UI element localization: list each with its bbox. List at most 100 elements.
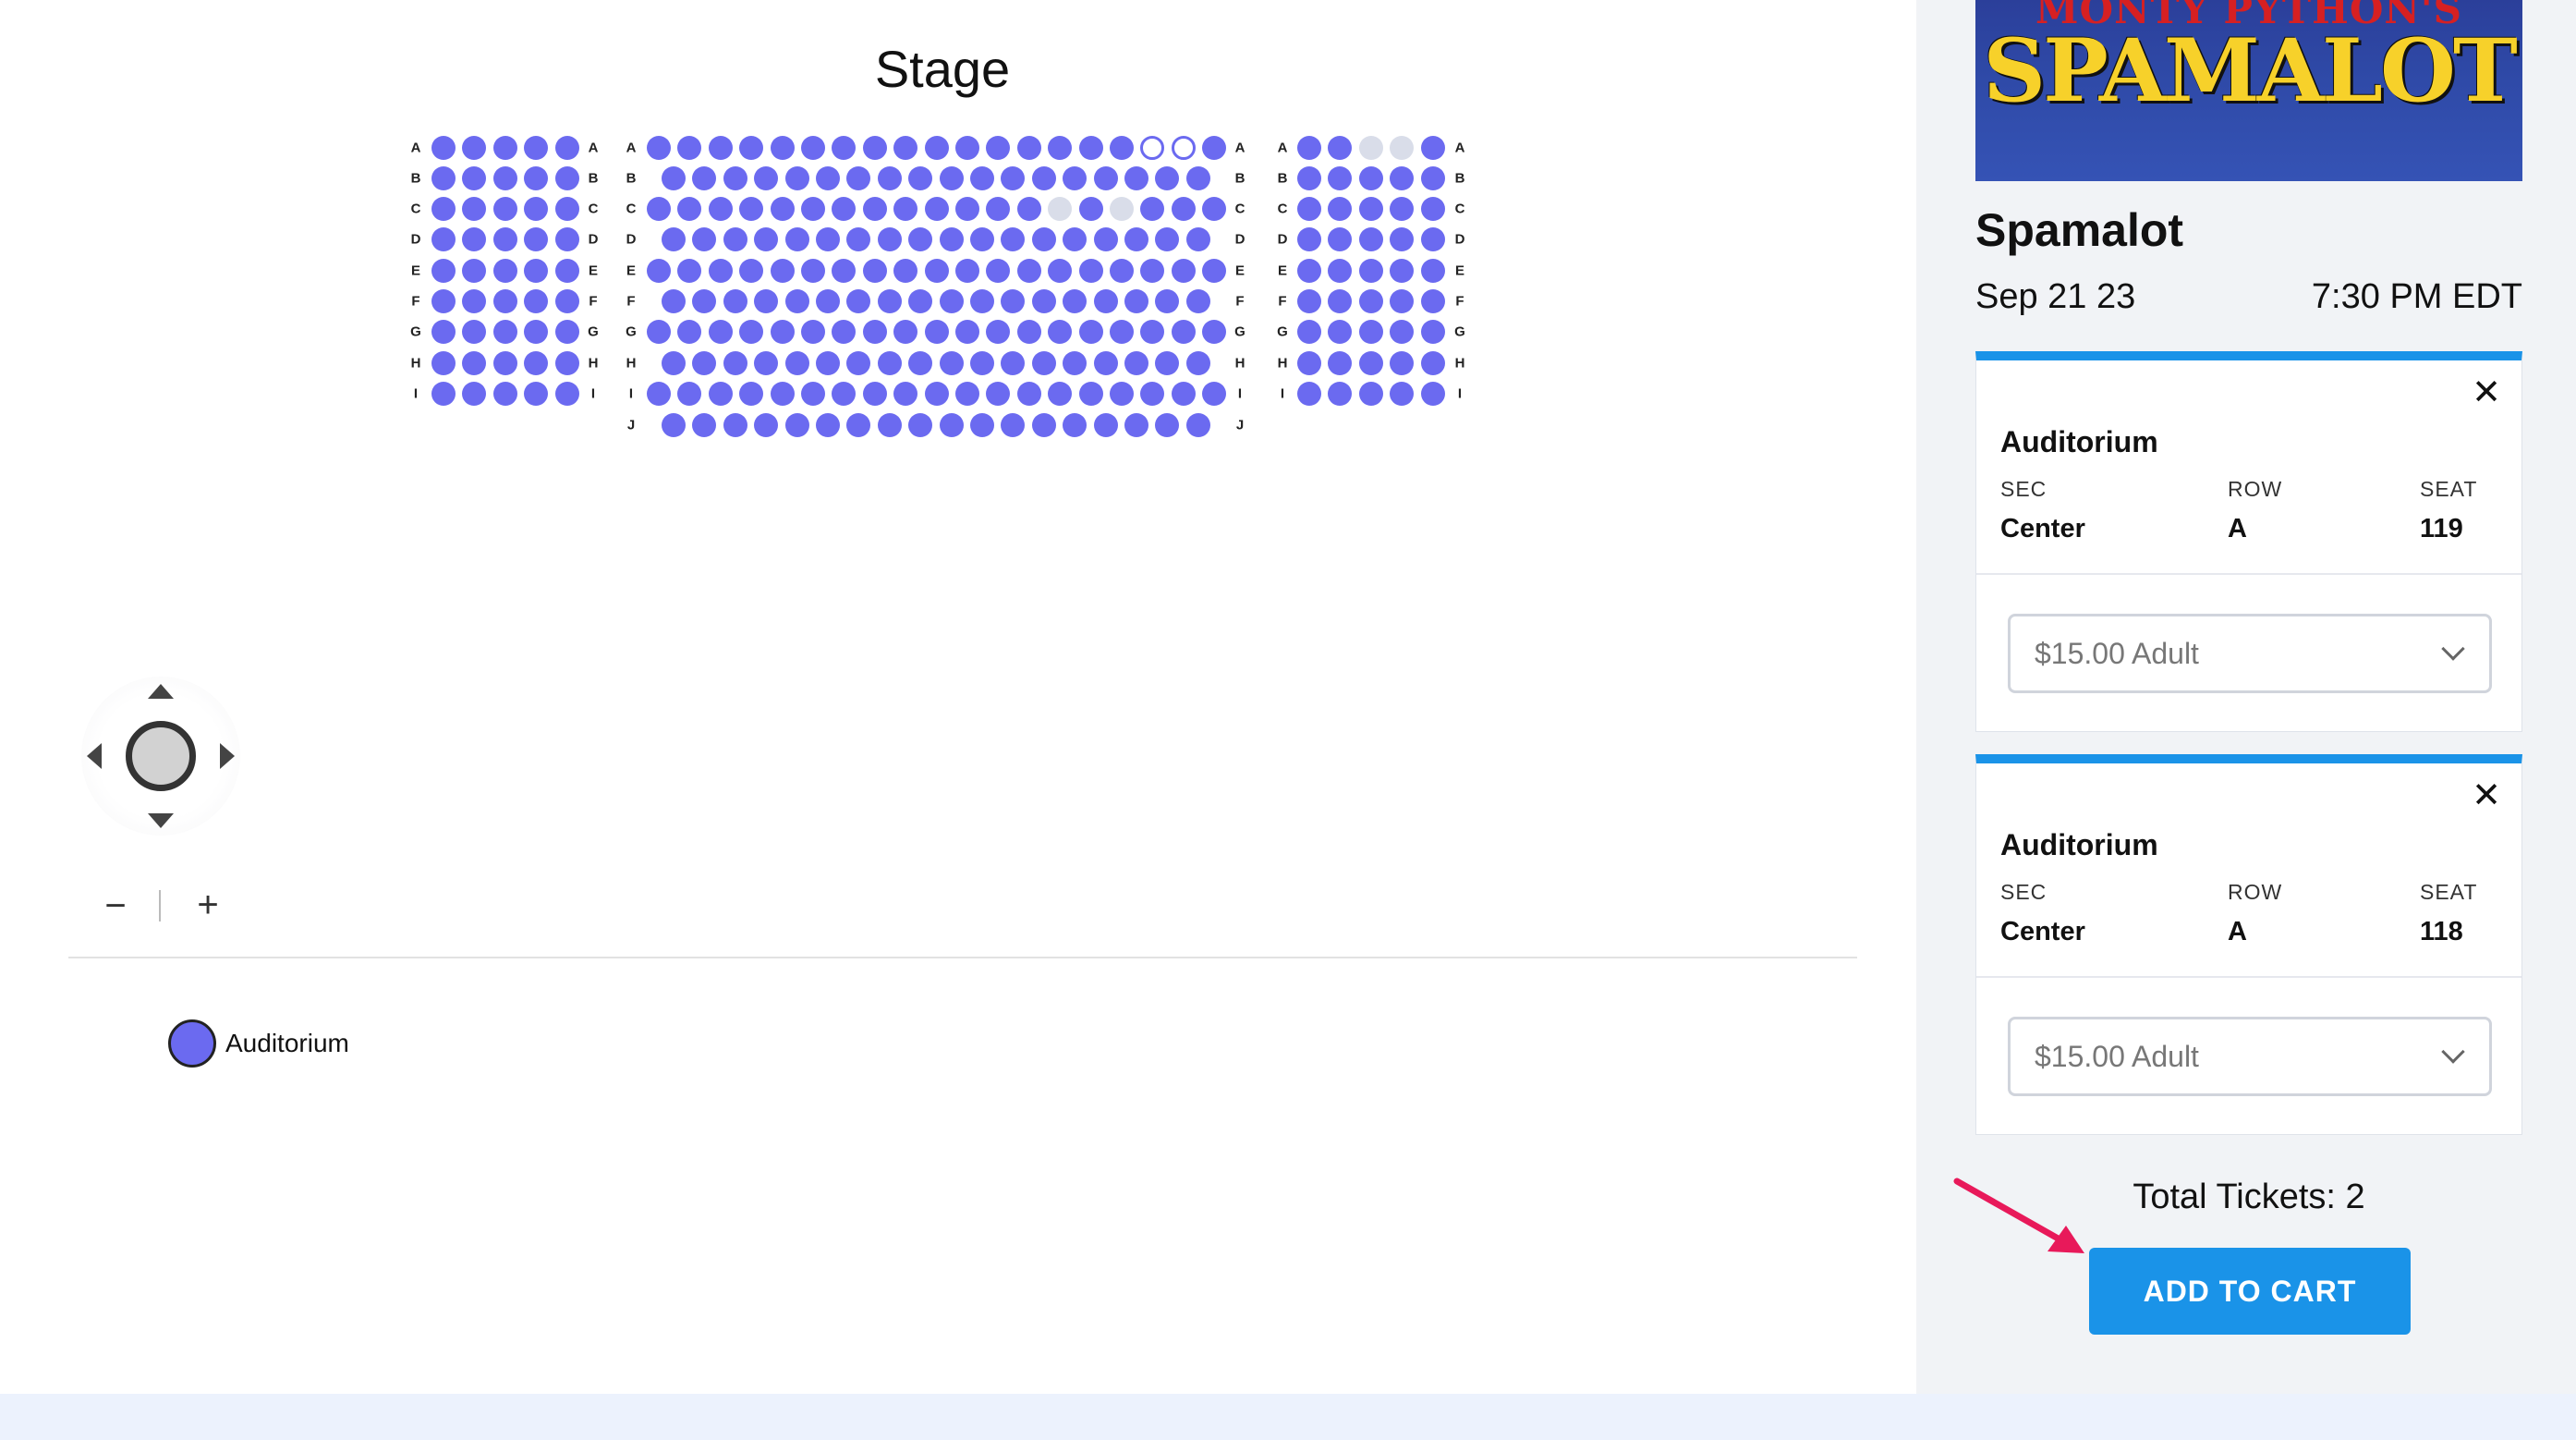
seat-center-c-1[interactable]	[647, 197, 671, 221]
seat-right-a-1[interactable]	[1297, 136, 1321, 160]
seat-center-h-12[interactable]	[1001, 351, 1026, 375]
seat-center-h-16[interactable]	[1124, 351, 1148, 375]
seat-right-f-3[interactable]	[1358, 289, 1383, 313]
seat-center-i-16[interactable]	[1110, 382, 1134, 406]
seat-center-d-11[interactable]	[970, 227, 994, 251]
ticket-price-select[interactable]: $15.00 Adult	[2008, 614, 2492, 693]
seat-center-i-18[interactable]	[1171, 382, 1196, 406]
seat-center-i-11[interactable]	[955, 382, 979, 406]
seat-center-e-4[interactable]	[739, 259, 764, 283]
seat-right-f-2[interactable]	[1328, 289, 1353, 313]
seat-center-j-8[interactable]	[877, 413, 902, 437]
seat-center-g-8[interactable]	[862, 320, 887, 344]
seat-left-g-5[interactable]	[554, 320, 579, 344]
seat-center-j-5[interactable]	[784, 413, 809, 437]
seat-center-f-14[interactable]	[1063, 289, 1088, 313]
seat-center-j-7[interactable]	[846, 413, 871, 437]
seat-center-b-13[interactable]	[1031, 166, 1056, 190]
seat-left-g-4[interactable]	[524, 320, 549, 344]
seat-center-j-1[interactable]	[662, 413, 686, 437]
seat-center-d-17[interactable]	[1155, 227, 1180, 251]
seat-center-e-15[interactable]	[1078, 259, 1103, 283]
seat-center-b-9[interactable]	[908, 166, 933, 190]
seat-center-i-1[interactable]	[647, 382, 671, 406]
seat-center-f-3[interactable]	[723, 289, 747, 313]
seat-center-g-16[interactable]	[1110, 320, 1134, 344]
pan-down-arrow-icon[interactable]	[148, 813, 174, 828]
seat-left-b-5[interactable]	[554, 166, 579, 190]
seat-center-h-4[interactable]	[754, 351, 779, 375]
pan-left-arrow-icon[interactable]	[87, 743, 102, 769]
seat-right-e-3[interactable]	[1358, 259, 1383, 283]
pan-right-arrow-icon[interactable]	[220, 743, 235, 769]
seat-right-c-4[interactable]	[1390, 197, 1415, 221]
seat-center-f-10[interactable]	[939, 289, 964, 313]
seat-center-h-8[interactable]	[877, 351, 902, 375]
seat-center-d-2[interactable]	[692, 227, 717, 251]
seat-center-d-4[interactable]	[754, 227, 779, 251]
seat-right-b-2[interactable]	[1328, 166, 1353, 190]
seat-center-h-17[interactable]	[1155, 351, 1180, 375]
seat-center-f-7[interactable]	[846, 289, 871, 313]
seat-center-a-19[interactable]	[1202, 136, 1227, 160]
seat-center-e-17[interactable]	[1140, 259, 1165, 283]
add-to-cart-button[interactable]: ADD TO CART	[2089, 1248, 2411, 1335]
seat-center-g-4[interactable]	[739, 320, 764, 344]
seat-center-b-15[interactable]	[1093, 166, 1118, 190]
seat-center-a-1[interactable]	[647, 136, 671, 160]
remove-ticket-close-icon[interactable]: ✕	[2472, 778, 2501, 813]
seat-center-c-12[interactable]	[986, 197, 1011, 221]
seat-center-f-2[interactable]	[692, 289, 717, 313]
seat-center-d-8[interactable]	[877, 227, 902, 251]
seat-right-i-1[interactable]	[1297, 382, 1321, 406]
ticket-price-select[interactable]: $15.00 Adult	[2008, 1017, 2492, 1096]
seat-center-e-1[interactable]	[647, 259, 671, 283]
seat-right-i-2[interactable]	[1328, 382, 1353, 406]
seat-center-c-19[interactable]	[1202, 197, 1227, 221]
seat-center-h-13[interactable]	[1031, 351, 1056, 375]
seat-center-b-7[interactable]	[846, 166, 871, 190]
seat-center-b-18[interactable]	[1185, 166, 1210, 190]
seat-center-i-9[interactable]	[893, 382, 918, 406]
seat-right-e-1[interactable]	[1297, 259, 1321, 283]
seat-center-f-4[interactable]	[754, 289, 779, 313]
seat-left-h-4[interactable]	[524, 351, 549, 375]
seat-center-b-11[interactable]	[970, 166, 994, 190]
seat-center-j-15[interactable]	[1093, 413, 1118, 437]
zoom-out-button[interactable]: −	[92, 883, 139, 929]
seat-center-e-13[interactable]	[1016, 259, 1041, 283]
seat-right-h-4[interactable]	[1390, 351, 1415, 375]
seat-center-b-6[interactable]	[816, 166, 840, 190]
seat-center-b-2[interactable]	[692, 166, 717, 190]
seat-center-g-12[interactable]	[986, 320, 1011, 344]
seat-center-d-18[interactable]	[1185, 227, 1210, 251]
seat-right-g-5[interactable]	[1420, 320, 1445, 344]
seat-right-c-3[interactable]	[1358, 197, 1383, 221]
seat-left-g-3[interactable]	[492, 320, 517, 344]
seat-center-h-14[interactable]	[1063, 351, 1088, 375]
seat-center-i-8[interactable]	[862, 382, 887, 406]
seat-center-h-3[interactable]	[723, 351, 747, 375]
seat-left-f-1[interactable]	[431, 289, 456, 313]
seat-center-j-3[interactable]	[723, 413, 747, 437]
seat-center-b-5[interactable]	[784, 166, 809, 190]
seat-center-j-2[interactable]	[692, 413, 717, 437]
seat-left-a-4[interactable]	[524, 136, 549, 160]
seat-center-j-6[interactable]	[816, 413, 840, 437]
seat-right-i-4[interactable]	[1390, 382, 1415, 406]
pan-center-knob[interactable]	[126, 721, 196, 791]
seat-center-d-12[interactable]	[1001, 227, 1026, 251]
seat-right-g-2[interactable]	[1328, 320, 1353, 344]
seat-left-a-1[interactable]	[431, 136, 456, 160]
pan-up-arrow-icon[interactable]	[148, 684, 174, 699]
seat-center-a-18[interactable]	[1171, 136, 1196, 160]
seat-right-c-2[interactable]	[1328, 197, 1353, 221]
seat-center-e-18[interactable]	[1171, 259, 1196, 283]
seat-right-e-2[interactable]	[1328, 259, 1353, 283]
seat-left-f-2[interactable]	[462, 289, 487, 313]
seat-right-d-1[interactable]	[1297, 227, 1321, 251]
seat-center-e-11[interactable]	[955, 259, 979, 283]
seat-center-a-12[interactable]	[986, 136, 1011, 160]
seat-center-a-5[interactable]	[770, 136, 795, 160]
seat-left-c-4[interactable]	[524, 197, 549, 221]
